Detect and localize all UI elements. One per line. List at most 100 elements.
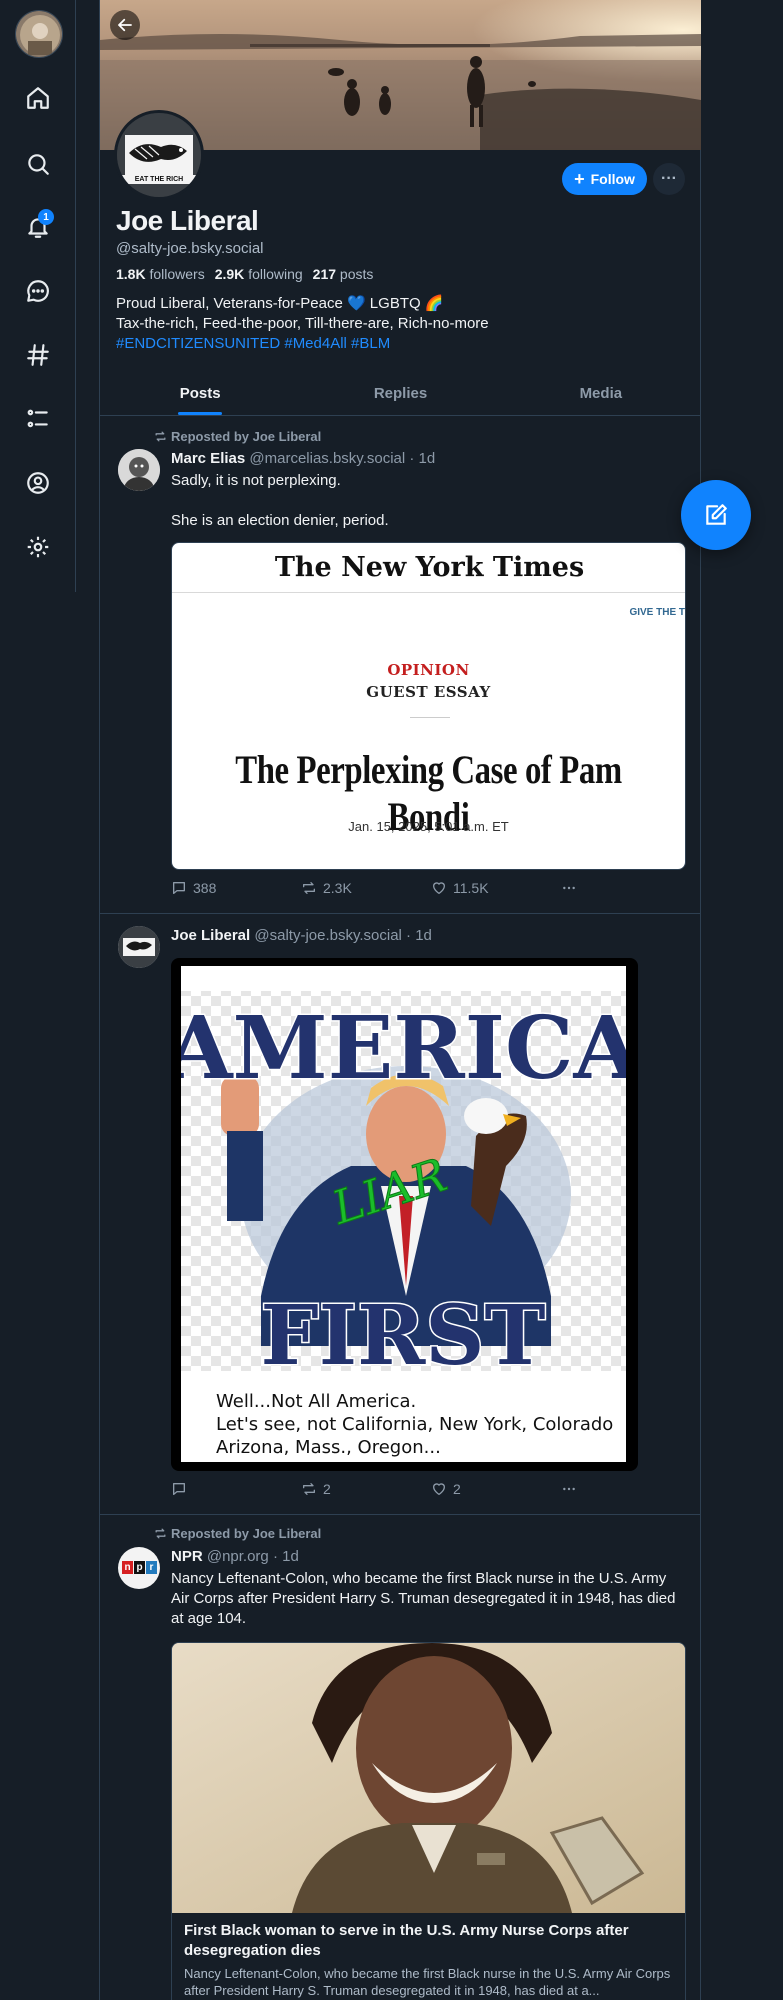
repost-indicator: Reposted by Joe Liberal — [154, 429, 321, 444]
post-author-handle[interactable]: @marcelias.bsky.social — [249, 450, 405, 467]
embedded-article-image[interactable]: The New York Times GIVE THE T OPINION GU… — [171, 542, 686, 870]
npr-logo-r: r — [146, 1561, 157, 1574]
post-more-button[interactable] — [561, 880, 691, 896]
post-author-handle[interactable]: @npr.org — [207, 1548, 269, 1565]
meme-image: AMERICA FIRST LIAR Well...Not All Americ… — [181, 966, 626, 1462]
tab-posts[interactable]: Posts — [100, 372, 300, 415]
post-more-button[interactable] — [561, 1481, 691, 1497]
tab-replies[interactable]: Replies — [300, 372, 500, 415]
my-avatar[interactable] — [15, 10, 63, 58]
profile-handle: @salty-joe.bsky.social — [116, 240, 264, 257]
follow-button-label: Follow — [590, 171, 635, 187]
nyt-subsection: GUEST ESSAY — [366, 683, 491, 701]
feed-post[interactable]: Joe Liberal @salty-joe.bsky.social · 1d — [100, 914, 701, 1515]
notifications-badge: 1 — [38, 209, 54, 225]
followers-label: followers — [149, 266, 205, 282]
caption-line: Well...Not All America. — [216, 1391, 417, 1412]
search-icon — [28, 154, 49, 175]
my-avatar-image — [16, 11, 62, 57]
back-button[interactable] — [110, 10, 140, 40]
reply-count: 388 — [193, 880, 217, 896]
list-icon — [27, 409, 48, 428]
post-time[interactable]: · 1d — [406, 927, 432, 944]
reply-button[interactable]: 388 — [171, 880, 301, 896]
npr-logo-p: p — [134, 1561, 145, 1574]
repost-icon — [155, 1528, 166, 1539]
america-heading-graphic: AMERICA — [181, 997, 626, 1101]
post-author-avatar[interactable] — [118, 926, 160, 968]
post-time[interactable]: · 1d — [273, 1548, 299, 1565]
repost-icon — [303, 882, 315, 894]
gear-icon — [27, 536, 49, 558]
arrow-left-icon — [118, 18, 132, 32]
post-time[interactable]: · 1d — [409, 450, 435, 467]
reply-icon — [173, 1483, 185, 1495]
first-word: FIRST — [261, 1288, 546, 1384]
feeds-nav[interactable] — [20, 337, 56, 373]
bio-line: Tax-the-rich, Feed-the-poor, Till-there-… — [116, 315, 489, 332]
profile-avatar-image — [117, 113, 201, 197]
profile-more-button[interactable]: ··· — [653, 163, 685, 195]
lists-nav[interactable] — [20, 401, 56, 437]
reply-button[interactable] — [171, 1481, 301, 1497]
bio-line: Proud Liberal, Veterans-for-Peace 💙 LGBT… — [116, 295, 444, 312]
profile-avatar-text: EAT THE RICH — [117, 175, 201, 184]
profile-bio: Proud Liberal, Veterans-for-Peace 💙 LGBT… — [116, 294, 676, 354]
post-image[interactable]: AMERICA FIRST LIAR Well...Not All Americ… — [171, 958, 638, 1471]
home-nav[interactable] — [20, 80, 56, 116]
bio-hashtags[interactable]: #ENDCITIZENSUNITED #Med4All #BLM — [116, 334, 676, 354]
settings-nav[interactable] — [20, 529, 56, 565]
followers-stat[interactable]: 1.8K followers — [116, 266, 205, 282]
post-author-handle[interactable]: @salty-joe.bsky.social — [254, 927, 402, 944]
repost-count: 2 — [323, 1481, 331, 1497]
tab-media[interactable]: Media — [501, 372, 701, 415]
author-avatar-image — [118, 449, 160, 491]
meme-caption: Well...Not All America. Let's see, not C… — [216, 1390, 613, 1459]
notifications-nav[interactable]: 1 — [20, 209, 56, 245]
like-button[interactable]: 2 — [431, 1481, 561, 1497]
follow-button[interactable]: + Follow — [562, 163, 647, 195]
post-author-avatar[interactable] — [118, 449, 160, 491]
repost-label: Reposted by Joe Liberal — [171, 1526, 322, 1541]
repost-icon — [303, 1483, 315, 1495]
link-preview-title: First Black woman to serve in the U.S. A… — [184, 1922, 629, 1959]
first-heading-graphic: FIRST — [259, 1287, 547, 1386]
ellipsis-icon: ··· — [661, 170, 677, 187]
profile-main-column: EAT THE RICH + Follow ··· Joe Liberal @s… — [99, 0, 701, 2000]
like-count: 11.5K — [453, 880, 489, 896]
post-text: Sadly, it is not perplexing. She is an e… — [171, 472, 389, 529]
link-preview-card[interactable]: First Black woman to serve in the U.S. A… — [171, 1642, 686, 2000]
repost-button[interactable]: 2 — [301, 1481, 431, 1497]
heart-icon — [433, 1483, 445, 1495]
link-preview-description: Nancy Leftenant-Colon, who became the fi… — [184, 1966, 671, 1998]
post-author-name[interactable]: Joe Liberal — [171, 927, 250, 944]
following-count: 2.9K — [214, 266, 245, 282]
feed-post[interactable]: Reposted by Joe Liberal Marc Elias @marc… — [100, 417, 701, 914]
post-header: NPR @npr.org · 1d — [171, 1548, 299, 1565]
repost-indicator: Reposted by Joe Liberal — [154, 1526, 321, 1541]
ellipsis-icon — [563, 886, 575, 890]
search-nav[interactable] — [20, 146, 56, 182]
like-count: 2 — [453, 1481, 461, 1497]
post-author-name[interactable]: NPR — [171, 1548, 203, 1565]
compose-button[interactable] — [681, 480, 751, 550]
author-avatar-image — [118, 926, 160, 968]
like-button[interactable]: 11.5K — [431, 880, 561, 896]
heart-icon — [433, 882, 445, 894]
liar-stamp-graphic: LIAR — [324, 1151, 454, 1231]
profile-display-name: Joe Liberal — [116, 205, 259, 236]
feed-post[interactable]: Reposted by Joe Liberal n p r NPR @npr.o… — [100, 1515, 701, 2000]
nyt-masthead: The New York Times — [172, 543, 685, 593]
repost-label: Reposted by Joe Liberal — [171, 429, 322, 444]
profile-avatar[interactable]: EAT THE RICH — [114, 110, 204, 200]
repost-button[interactable]: 2.3K — [301, 880, 431, 896]
chat-nav[interactable] — [20, 273, 56, 309]
post-author-name[interactable]: Marc Elias — [171, 450, 245, 467]
nyt-section: OPINION — [387, 661, 470, 679]
posts-stat: 217 posts — [313, 266, 374, 282]
profile-nav[interactable] — [20, 465, 56, 501]
post-author-avatar[interactable]: n p r — [118, 1547, 160, 1589]
caption-line: Let's see, not California, New York, Col… — [216, 1414, 614, 1435]
profile-tabs: Posts Replies Media — [100, 372, 701, 416]
following-stat[interactable]: 2.9K following — [215, 266, 303, 282]
